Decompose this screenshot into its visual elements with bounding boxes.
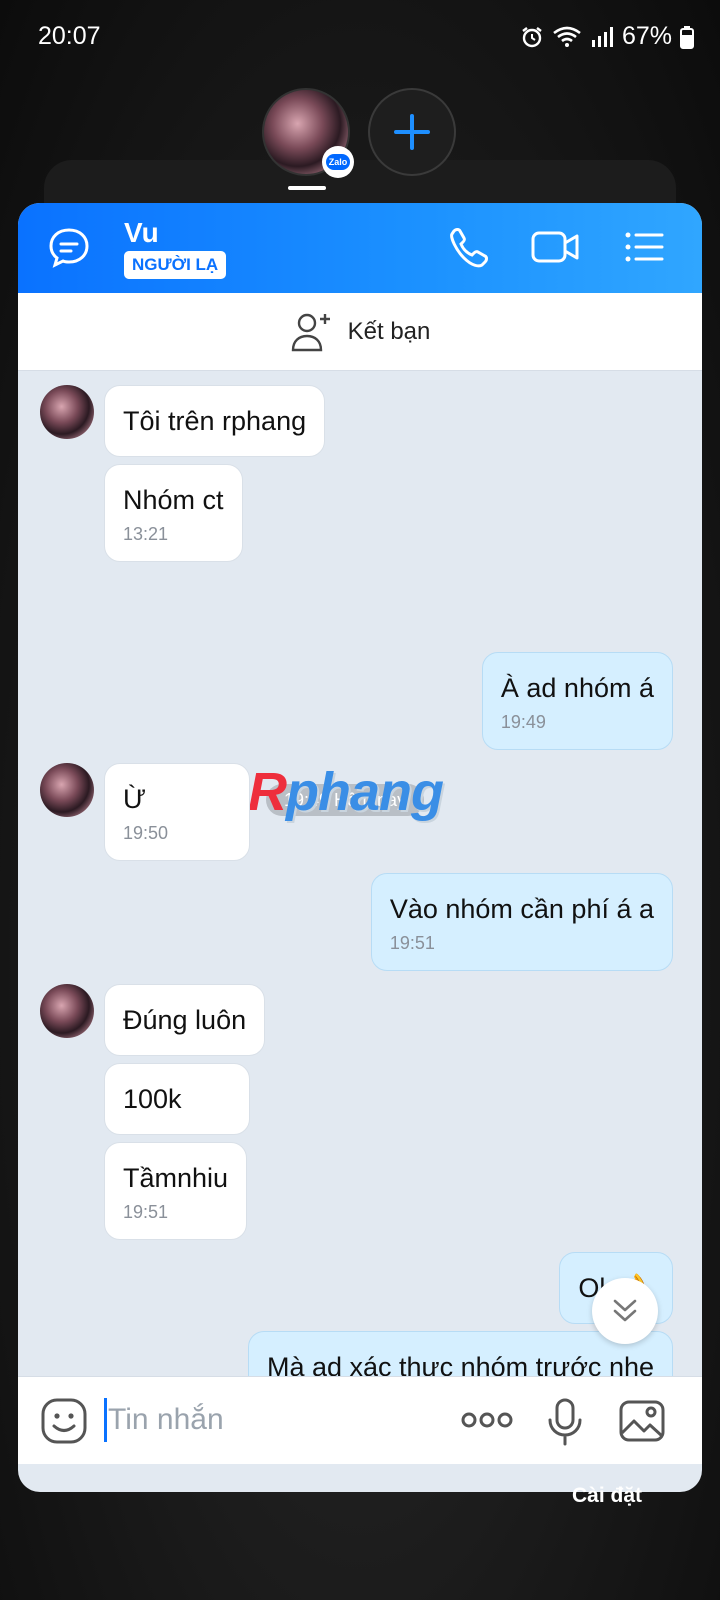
double-chevron-down-icon	[613, 1299, 637, 1322]
message-time: 19:51	[389, 933, 435, 953]
message-input-bar: Tin nhắn	[18, 1376, 702, 1464]
chat-window: Vu NGƯỜI LẠ Kết bạn Tôi trên rphang Nhóm…	[18, 203, 702, 1492]
message-list[interactable]: Tôi trên rphang Nhóm ct 13:21 19:49 Hôm …	[18, 371, 702, 1404]
alarm-icon	[520, 25, 544, 49]
add-chat-head-button[interactable]	[368, 88, 456, 176]
plus-icon	[394, 114, 430, 150]
more-options-icon[interactable]	[460, 1407, 514, 1438]
message-bubble[interactable]: Tôi trên rphang	[104, 385, 326, 457]
chat-bubble-icon[interactable]	[46, 225, 92, 276]
message-bubble[interactable]: 100k	[104, 1063, 250, 1135]
contact-avatar[interactable]	[40, 984, 94, 1038]
message-input[interactable]: Tin nhắn	[108, 1403, 224, 1437]
video-call-icon[interactable]	[530, 225, 580, 274]
message-bubble[interactable]: Nhóm ct 13:21	[104, 464, 243, 562]
status-bar: 20:07 67%	[0, 0, 720, 76]
image-gallery-icon[interactable]	[618, 1397, 666, 1450]
chat-header: Vu NGƯỜI LẠ	[18, 203, 702, 293]
contact-name: Vu	[124, 217, 159, 248]
add-friend-button[interactable]: Kết bạn	[18, 293, 702, 371]
signal-icon	[590, 25, 614, 49]
drag-handle[interactable]	[288, 186, 326, 190]
message-bubble[interactable]: Vào nhóm cần phí á a 19:51	[370, 873, 673, 971]
message-time: 19:49	[500, 712, 546, 732]
message-time: 19:51	[123, 1202, 169, 1222]
settings-link[interactable]: Cài đặt	[572, 1484, 642, 1508]
message-bubble[interactable]: Đúng luôn	[104, 984, 266, 1056]
message-bubble[interactable]: À ad nhóm á 19:49	[481, 652, 673, 750]
sticker-emoji-icon[interactable]	[40, 1397, 88, 1450]
menu-list-icon[interactable]	[622, 225, 666, 274]
add-friend-icon	[291, 313, 330, 351]
message-bubble[interactable]: Tầmnhiu 19:51	[104, 1142, 248, 1240]
battery-icon	[680, 25, 694, 49]
contact-avatar[interactable]	[40, 385, 94, 439]
message-time: 13:21	[123, 524, 169, 544]
zalo-logo-icon: Zalo	[322, 146, 354, 178]
message-bubble[interactable]: Ừ 19:50	[104, 763, 250, 861]
contact-avatar[interactable]	[40, 763, 94, 817]
phone-call-icon[interactable]	[446, 225, 490, 274]
stranger-badge: NGƯỜI LẠ	[124, 251, 227, 279]
message-time: 19:50	[123, 823, 169, 843]
battery-percent: 67%	[621, 22, 672, 50]
rphang-watermark: Rphang	[248, 762, 444, 822]
add-friend-label: Kết bạn	[347, 317, 431, 345]
status-time: 20:07	[38, 22, 101, 50]
status-icons: 67%	[520, 22, 694, 51]
text-cursor	[104, 1398, 107, 1442]
scroll-to-bottom-button[interactable]	[592, 1278, 658, 1344]
microphone-icon[interactable]	[546, 1397, 584, 1452]
wifi-icon	[552, 25, 582, 49]
